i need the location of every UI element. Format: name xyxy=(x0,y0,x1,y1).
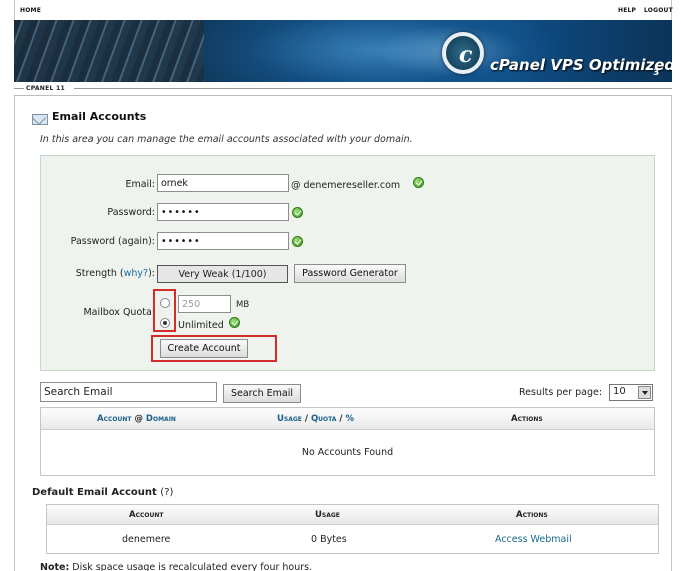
default-account-table: Account Usage Actions denemere 0 Bytes A… xyxy=(46,504,659,554)
strength-why-link[interactable]: why? xyxy=(124,268,148,279)
quota-unit: MB xyxy=(236,300,250,310)
quota-mb-field[interactable] xyxy=(178,295,231,313)
empty-state: No Accounts Found xyxy=(301,447,394,458)
email-accounts-table: Account @ Domain Usage / Quota / % Actio… xyxy=(40,407,655,476)
column-account: Account xyxy=(129,510,164,520)
cpanel-logo: c cPanel VPS Optimized 3 xyxy=(440,32,672,80)
column-actions: Actions xyxy=(516,510,548,520)
mailbox-quota-label: Mailbox Quota: xyxy=(83,307,155,318)
chevron-down-icon xyxy=(638,386,651,399)
check-icon xyxy=(292,236,303,247)
password-field[interactable] xyxy=(157,203,289,221)
email-label: Email: xyxy=(125,179,155,190)
strength-label: Strength (why?): xyxy=(75,268,155,279)
password-again-label: Password (again): xyxy=(70,236,155,247)
banner-title: cPanel VPS Optimized xyxy=(490,56,672,74)
cpanel-logo-icon: c xyxy=(442,32,484,74)
strength-meter: Very Weak (1/100) xyxy=(157,265,288,283)
banner-cables-image xyxy=(14,20,204,82)
table-header: Account Usage Actions xyxy=(47,505,658,525)
default-account-usage: 0 Bytes xyxy=(311,534,347,545)
breadcrumb-cpanel[interactable]: CPANEL 11 xyxy=(26,85,65,92)
top-nav: HOME HELP LOGOUT xyxy=(14,4,673,18)
highlight-box-quota xyxy=(153,289,176,332)
check-icon xyxy=(413,177,424,188)
column-actions: Actions xyxy=(511,414,543,424)
check-icon xyxy=(229,317,240,328)
search-email-button[interactable]: Search Email xyxy=(223,384,301,403)
breadcrumb-bar: CPANEL 11 xyxy=(14,82,672,96)
table-header: Account @ Domain Usage / Quota / % Actio… xyxy=(41,408,654,430)
help-link[interactable]: (?) xyxy=(160,487,173,498)
sort-usage-quota[interactable]: Usage / Quota / % xyxy=(277,414,354,424)
password-label: Password: xyxy=(107,207,155,218)
help-link[interactable]: HELP xyxy=(618,7,636,14)
search-input[interactable] xyxy=(40,382,217,402)
mail-icon xyxy=(32,114,48,125)
access-webmail-link[interactable]: Access Webmail xyxy=(495,534,572,545)
banner-version: 3 xyxy=(653,68,660,78)
intro-text: In this area you can manage the email ac… xyxy=(40,134,413,145)
column-usage: Usage xyxy=(315,510,340,520)
results-per-page-value: 10 xyxy=(613,386,626,397)
highlight-box-create xyxy=(151,335,277,362)
results-per-page-label: Results per page: xyxy=(519,387,603,398)
home-link[interactable]: HOME xyxy=(20,7,41,14)
sort-account-domain[interactable]: Account @ Domain xyxy=(97,414,176,424)
check-icon xyxy=(292,207,303,218)
logout-link[interactable]: LOGOUT xyxy=(644,7,673,14)
password-again-field[interactable] xyxy=(157,232,289,250)
email-domain: @ denemereseller.com xyxy=(291,180,401,191)
email-field[interactable] xyxy=(157,174,289,192)
results-per-page-select[interactable]: 10 xyxy=(609,384,653,401)
header-banner: c cPanel VPS Optimized 3 xyxy=(14,20,672,82)
default-account-name: denemere xyxy=(122,534,171,545)
disk-usage-note: Note: Disk space usage is recalculated e… xyxy=(40,562,313,571)
quota-unlimited-label: Unlimited xyxy=(178,320,224,331)
default-account-title: Default Email Account (?) xyxy=(32,487,174,498)
password-generator-button[interactable]: Password Generator xyxy=(294,264,406,283)
page-title: Email Accounts xyxy=(52,110,147,123)
